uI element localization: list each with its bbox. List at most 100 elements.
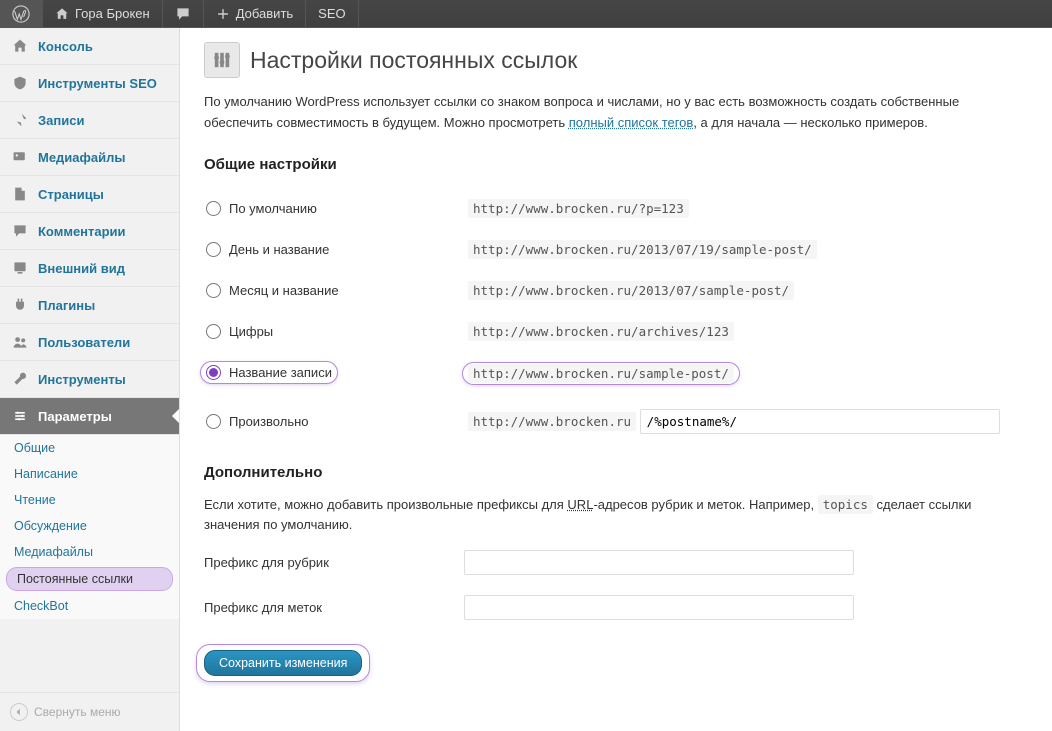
sidebar-item-label: Пользователи (38, 335, 130, 350)
tag-base-row: Префикс для меток (204, 595, 1028, 620)
option-post-name: Название записи http://www.brocken.ru/sa… (206, 353, 1026, 395)
option-example: http://www.brocken.ru/2013/07/19/sample-… (468, 240, 817, 259)
submenu-checkbot[interactable]: CheckBot (0, 593, 179, 619)
seo-label: SEO (318, 6, 345, 21)
submenu-reading[interactable]: Чтение (0, 487, 179, 513)
submenu-media[interactable]: Медиафайлы (0, 539, 179, 565)
appearance-icon (10, 258, 30, 278)
option-custom: Произвольно http://www.brocken.ru (206, 397, 1026, 446)
category-base-input[interactable] (464, 550, 854, 575)
sidebar-item-label: Комментарии (38, 224, 126, 239)
add-new-label: Добавить (236, 6, 293, 21)
intro-part2: , а для начала — несколько примеров. (693, 115, 927, 130)
pin-icon (10, 110, 30, 130)
optional-t1: Если хотите, можно добавить произвольные… (204, 497, 567, 512)
add-new-menu[interactable]: Добавить (204, 0, 306, 28)
common-settings-heading: Общие настройки (204, 156, 1028, 173)
media-icon (10, 147, 30, 167)
wordpress-icon (12, 5, 30, 23)
sidebar-item-users[interactable]: Пользователи (0, 324, 179, 361)
main-content: Настройки постоянных ссылок По умолчанию… (180, 28, 1052, 731)
option-default-label[interactable]: По умолчанию (206, 201, 456, 216)
sidebar-item-label: Медиафайлы (38, 150, 126, 165)
custom-structure-input[interactable] (640, 409, 1000, 434)
collapse-icon (10, 703, 28, 721)
category-base-row: Префикс для рубрик (204, 550, 1028, 575)
wp-logo[interactable] (0, 0, 43, 28)
option-label: День и название (229, 242, 329, 257)
option-post-name-label[interactable]: Название записи (206, 365, 332, 380)
option-default: По умолчанию http://www.brocken.ru/?p=12… (206, 189, 1026, 228)
radio-month-name[interactable] (206, 283, 221, 298)
dashboard-icon (10, 36, 30, 56)
optional-intro: Если хотите, можно добавить произвольные… (204, 495, 1028, 537)
option-month-name: Месяц и название http://www.brocken.ru/2… (206, 271, 1026, 310)
option-label: Месяц и название (229, 283, 339, 298)
option-custom-label[interactable]: Произвольно (206, 414, 456, 429)
admin-sidebar: Консоль Инструменты SEO Записи Медиафайл… (0, 28, 180, 731)
sidebar-item-label: Записи (38, 113, 84, 128)
sidebar-item-dashboard[interactable]: Консоль (0, 28, 179, 65)
page-icon (10, 184, 30, 204)
comments-menu[interactable] (163, 0, 204, 28)
sidebar-item-label: Параметры (38, 409, 112, 424)
collapse-menu[interactable]: Свернуть меню (0, 692, 179, 731)
sidebar-item-pages[interactable]: Страницы (0, 176, 179, 213)
optional-heading: Дополнительно (204, 464, 1028, 481)
sidebar-item-label: Плагины (38, 298, 95, 313)
tools-icon (10, 369, 30, 389)
sidebar-item-posts[interactable]: Записи (0, 102, 179, 139)
seo-menu[interactable]: SEO (306, 0, 358, 28)
save-button[interactable]: Сохранить изменения (204, 650, 362, 676)
sidebar-item-seo[interactable]: Инструменты SEO (0, 65, 179, 102)
tag-base-input[interactable] (464, 595, 854, 620)
option-month-name-label[interactable]: Месяц и название (206, 283, 456, 298)
comments-icon (10, 221, 30, 241)
comment-icon (175, 6, 191, 22)
option-example: http://www.brocken.ru/?p=123 (468, 199, 689, 218)
radio-day-name[interactable] (206, 242, 221, 257)
submit-wrap: Сохранить изменения (204, 650, 362, 676)
sidebar-item-comments[interactable]: Комментарии (0, 213, 179, 250)
admin-top-bar: Гора Брокен Добавить SEO (0, 0, 1052, 28)
site-name-menu[interactable]: Гора Брокен (43, 0, 163, 28)
option-example: http://www.brocken.ru/archives/123 (468, 322, 734, 341)
settings-icon (10, 406, 30, 426)
option-numeric-label[interactable]: Цифры (206, 324, 456, 339)
permalink-options-table: По умолчанию http://www.brocken.ru/?p=12… (204, 187, 1028, 448)
optional-code: topics (818, 495, 873, 514)
sidebar-item-settings[interactable]: Параметры (0, 398, 179, 435)
tag-base-label: Префикс для меток (204, 600, 464, 615)
option-day-name: День и название http://www.brocken.ru/20… (206, 230, 1026, 269)
submenu-general[interactable]: Общие (0, 435, 179, 461)
sidebar-item-label: Инструменты (38, 372, 126, 387)
option-numeric: Цифры http://www.brocken.ru/archives/123 (206, 312, 1026, 351)
sidebar-item-appearance[interactable]: Внешний вид (0, 250, 179, 287)
users-icon (10, 332, 30, 352)
radio-post-name[interactable] (206, 365, 221, 380)
settings-submenu: Общие Написание Чтение Обсуждение Медиаф… (0, 435, 179, 619)
category-base-label: Префикс для рубрик (204, 555, 464, 570)
sidebar-item-label: Консоль (38, 39, 93, 54)
sidebar-item-plugins[interactable]: Плагины (0, 287, 179, 324)
radio-custom[interactable] (206, 414, 221, 429)
sidebar-item-media[interactable]: Медиафайлы (0, 139, 179, 176)
submenu-discussion[interactable]: Обсуждение (0, 513, 179, 539)
tags-list-link[interactable]: полный список тегов (569, 115, 694, 130)
page-header: Настройки постоянных ссылок (204, 42, 1028, 78)
radio-numeric[interactable] (206, 324, 221, 339)
option-day-name-label[interactable]: День и название (206, 242, 456, 257)
radio-default[interactable] (206, 201, 221, 216)
page-title: Настройки постоянных ссылок (250, 47, 577, 74)
sidebar-item-label: Страницы (38, 187, 104, 202)
option-label: Название записи (229, 365, 332, 380)
submenu-writing[interactable]: Написание (0, 461, 179, 487)
page-settings-icon (204, 42, 240, 78)
option-example: http://www.brocken.ru/sample-post/ (468, 364, 734, 383)
collapse-label: Свернуть меню (34, 705, 121, 719)
custom-base: http://www.brocken.ru (468, 412, 636, 431)
option-label: Произвольно (229, 414, 309, 429)
submenu-permalinks[interactable]: Постоянные ссылки (6, 567, 173, 591)
plus-icon (216, 7, 230, 21)
sidebar-item-tools[interactable]: Инструменты (0, 361, 179, 398)
